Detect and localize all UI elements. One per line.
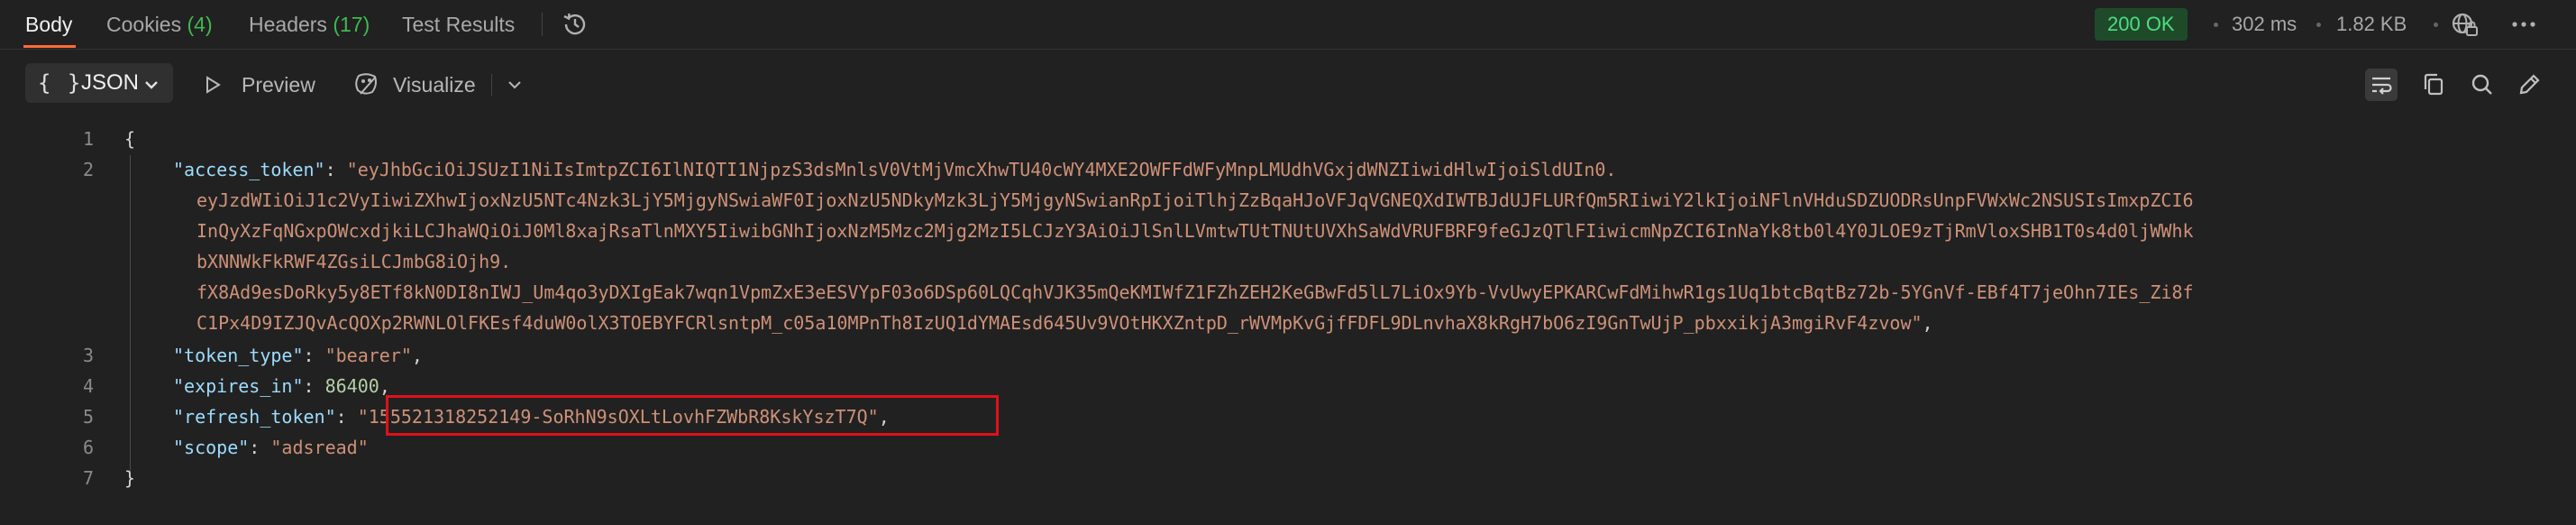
json-string-wrap: InQyXzFqNGxpOWcxdjkiLCJhaWQiOiJ0Ml8xajRs… [196, 220, 2194, 242]
json-string-wrap: bXNNWkFkRWF4ZGsiLCJmbG8iOjh9. [196, 251, 512, 272]
chevron-down-icon[interactable] [507, 79, 522, 90]
tab-headers[interactable]: Headers (17) [249, 9, 370, 40]
json-colon: : [303, 345, 325, 366]
response-toolbar: { } JSON Preview Visualize [0, 49, 2576, 121]
json-key: "scope" [173, 437, 250, 458]
separator-dot [2434, 23, 2438, 27]
json-colon: : [335, 406, 358, 428]
json-string: "eyJhbGciOiJSUzI1NiIsImtpZCI6IlNIQTI1Njp… [346, 159, 1617, 180]
visualize-icon [355, 73, 377, 95]
line-number: 1 [82, 128, 94, 150]
format-label: JSON [81, 70, 140, 95]
history-icon[interactable] [561, 10, 589, 39]
tab-divider [542, 13, 543, 36]
more-icon[interactable] [2507, 11, 2540, 38]
json-line-token-type: "token_type": "bearer", [173, 345, 423, 366]
line-number: 7 [82, 467, 94, 489]
tab-test-results[interactable]: Test Results [402, 9, 515, 40]
json-line-expires-in: "expires_in": 86400, [173, 375, 390, 397]
json-close-brace: } [124, 467, 136, 489]
chevron-down-icon [145, 81, 158, 89]
preview-button[interactable]: Preview [242, 70, 315, 99]
globe-icon[interactable] [2450, 11, 2480, 38]
tab-cookies[interactable]: Cookies (4) [106, 9, 213, 40]
search-icon[interactable] [2466, 69, 2498, 101]
json-line-scope: "scope": "adsread" [173, 437, 369, 458]
json-comma: , [411, 345, 423, 366]
tab-count: (4) [187, 13, 213, 36]
highlight-box [386, 395, 999, 436]
status-badge[interactable]: 200 OK [2095, 8, 2188, 41]
line-number: 3 [82, 345, 94, 366]
separator-dot [2214, 23, 2218, 27]
json-open-brace: { [124, 128, 136, 150]
tab-label: Test Results [402, 13, 516, 36]
json-key: "access_token" [173, 159, 325, 180]
response-size[interactable]: 1.82 KB [2336, 9, 2407, 40]
json-key: "expires_in" [173, 375, 304, 397]
line-number: 2 [82, 159, 94, 180]
json-colon: : [249, 437, 271, 458]
json-string-wrap: fX8Ad9esDoRky5y8ETf8kN0DI8nIWJ_Um4qo3yDX… [196, 281, 2194, 303]
json-string-wrap: eyJzdWIiOiJ1c2VyIiwiZXhwIjoxNzU5NTc4Nzk3… [196, 189, 2194, 211]
active-tab-indicator [23, 45, 76, 48]
json-string: "bearer" [324, 345, 412, 366]
braces-icon: { } [38, 70, 83, 96]
json-colon: : [303, 375, 325, 397]
json-comma: , [379, 375, 390, 397]
json-key: "refresh_token" [173, 406, 336, 428]
response-time[interactable]: 302 ms [2232, 9, 2297, 40]
edit-icon[interactable] [2513, 69, 2545, 101]
tab-label: Cookies [106, 13, 182, 36]
wrap-lines-icon[interactable] [2365, 69, 2398, 101]
json-string: C1Px4D9IZJQvAcQOXp2RWNLOlFKEsf4duW0olX3T… [196, 312, 1923, 334]
preview-icon [206, 76, 221, 94]
json-viewer[interactable]: 1 2 3 4 5 6 7 { "access_token": "eyJhbGc… [0, 121, 2576, 525]
response-tabbar: Body Cookies (4) Headers (17) Test Resul… [0, 0, 2576, 50]
json-number: 86400 [324, 375, 379, 397]
json-comma: , [1922, 312, 1933, 334]
line-number: 5 [82, 406, 94, 428]
tab-body[interactable]: Body [25, 9, 72, 40]
indent-guide [130, 155, 131, 480]
json-key: "token_type" [173, 345, 304, 366]
separator-dot [2316, 23, 2321, 27]
json-line-access-token: "access_token": "eyJhbGciOiJSUzI1NiIsImt… [173, 159, 1616, 180]
copy-icon[interactable] [2417, 69, 2450, 101]
line-number: 4 [82, 375, 94, 397]
json-colon: : [324, 159, 347, 180]
line-number: 6 [82, 437, 94, 458]
json-string: "adsread" [270, 437, 369, 458]
tab-label: Headers [249, 13, 327, 36]
tab-label: Body [25, 13, 73, 36]
visualize-button[interactable]: Visualize [393, 70, 476, 99]
json-string-wrap-last: C1Px4D9IZJQvAcQOXp2RWNLOlFKEsf4duW0olX3T… [196, 312, 1933, 334]
tab-count: (17) [333, 13, 370, 36]
toolbar-divider [491, 74, 492, 96]
